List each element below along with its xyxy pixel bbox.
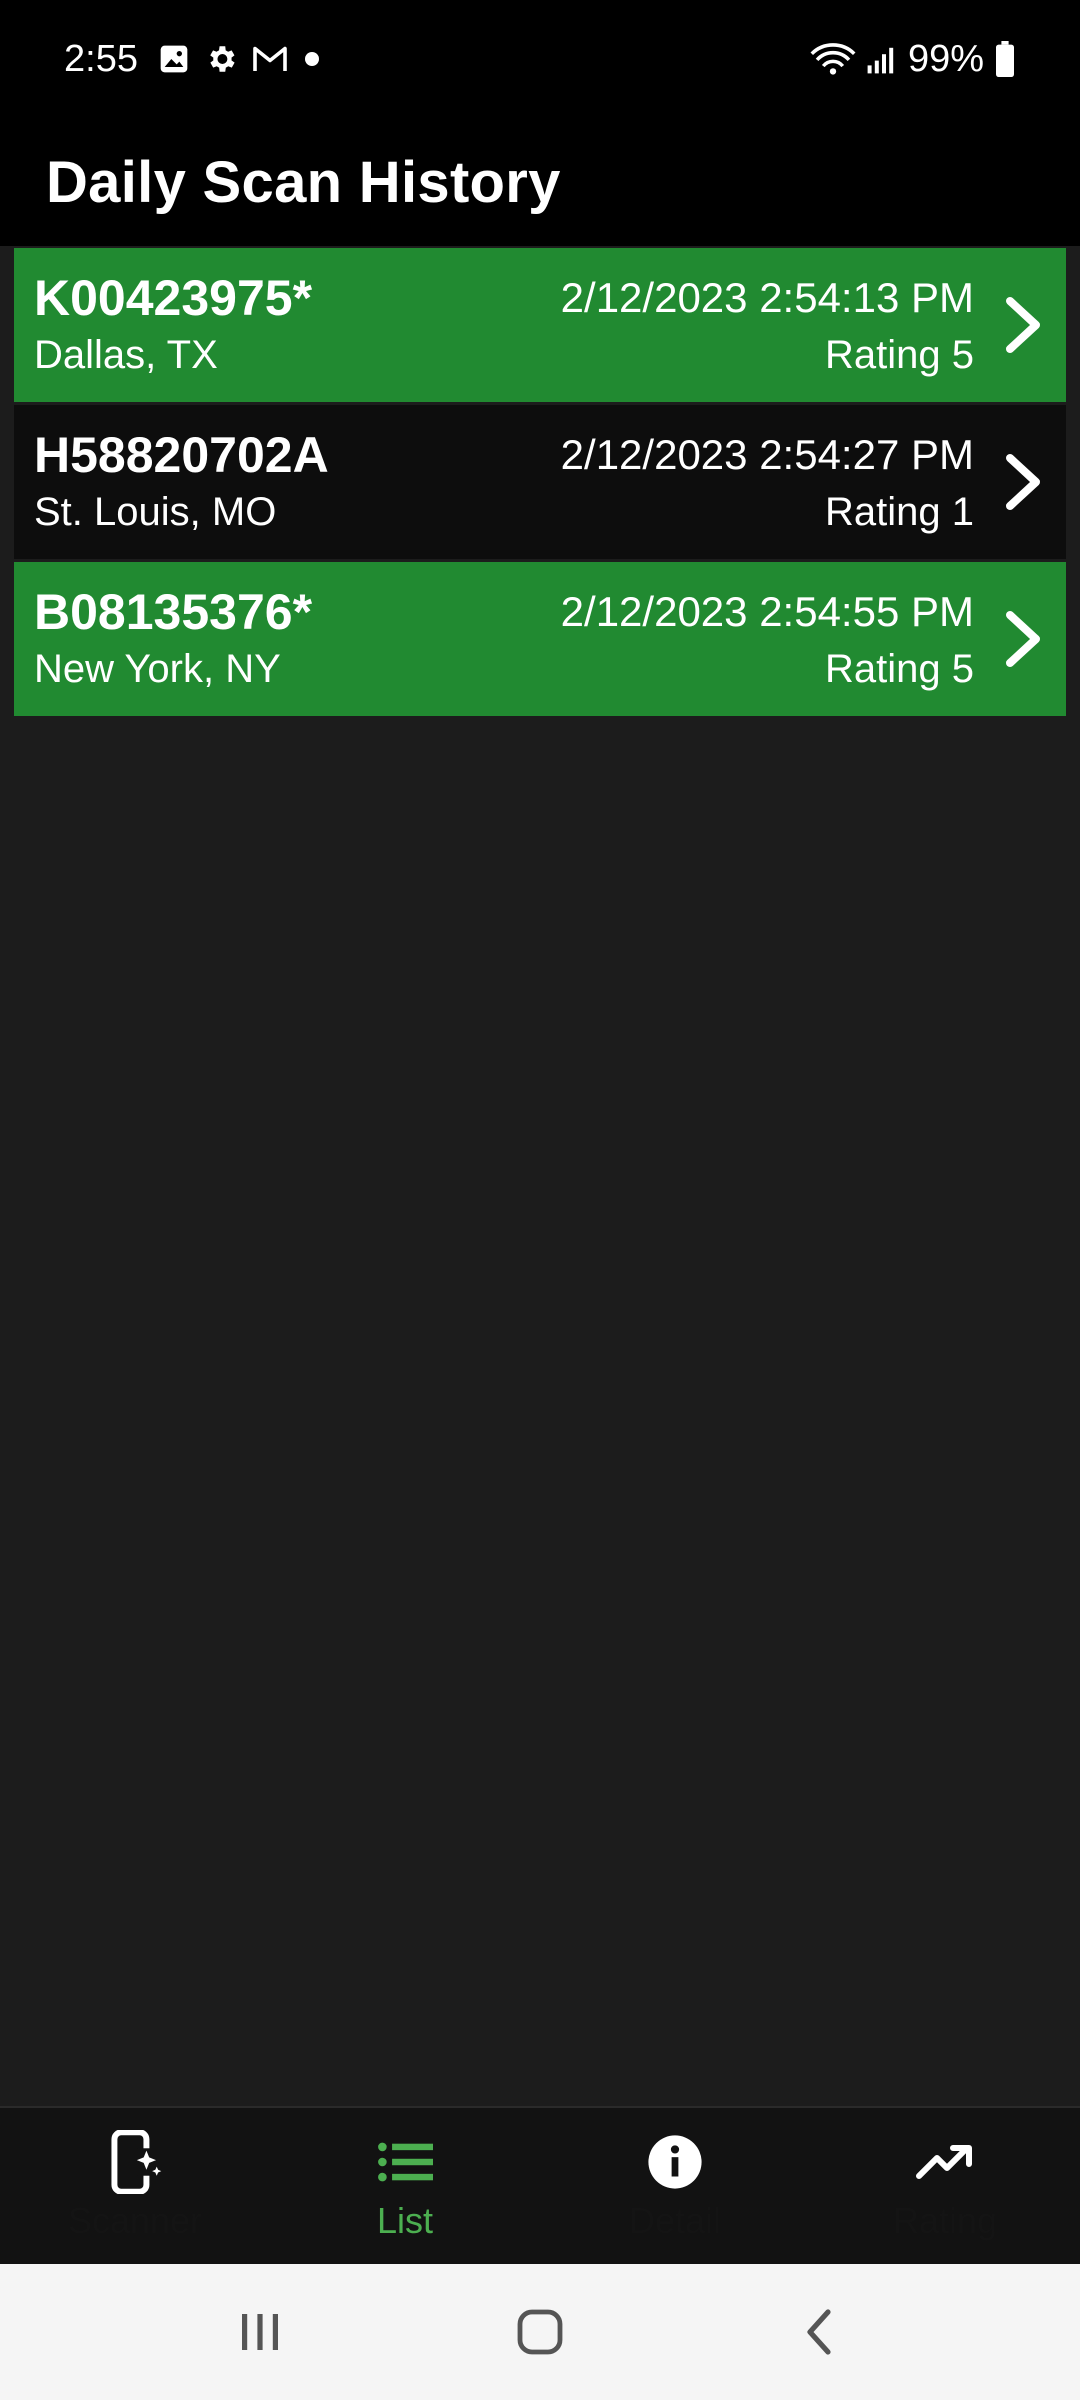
scan-list-item[interactable]: B08135376* New York, NY 2/12/2023 2:54:5… xyxy=(14,562,1066,716)
scan-code: K00423975* xyxy=(34,270,313,326)
scan-rating: Rating 5 xyxy=(825,647,974,691)
gallery-icon xyxy=(158,43,190,75)
battery-icon xyxy=(994,41,1016,77)
system-navigation-bar xyxy=(0,2264,1080,2400)
status-bar: 2:55 99% xyxy=(0,0,1080,118)
scan-timestamp: 2/12/2023 2:54:13 PM xyxy=(560,274,974,321)
chevron-right-icon xyxy=(1006,454,1040,510)
home-button[interactable] xyxy=(500,2292,580,2372)
battery-percent: 99% xyxy=(907,37,984,80)
app-bar: Daily Scan History xyxy=(0,118,1080,246)
chevron-right-icon xyxy=(1006,297,1040,353)
scan-location: Dallas, TX xyxy=(34,333,218,377)
status-time: 2:55 xyxy=(64,37,138,80)
recents-icon xyxy=(242,2314,278,2350)
list-icon xyxy=(373,2130,437,2194)
scan-rating: Rating 5 xyxy=(825,333,974,377)
chevron-right-icon xyxy=(1006,611,1040,667)
scan-location: New York, NY xyxy=(34,647,281,691)
nav-item-list[interactable]: List xyxy=(270,2108,540,2264)
wifi-icon xyxy=(810,41,856,77)
info-icon xyxy=(643,2130,707,2194)
back-icon xyxy=(807,2309,831,2355)
scan-code: H58820702A xyxy=(34,427,329,483)
scan-list-item[interactable]: K00423975* Dallas, TX 2/12/2023 2:54:13 … xyxy=(14,248,1066,402)
trending-up-icon xyxy=(913,2130,977,2194)
scan-timestamp: 2/12/2023 2:54:55 PM xyxy=(560,588,974,635)
nav-item-scanner[interactable]: Scanner xyxy=(0,2108,270,2264)
bottom-navigation: Scanner List Detail Rating xyxy=(0,2106,1080,2264)
scan-history-list: K00423975* Dallas, TX 2/12/2023 2:54:13 … xyxy=(14,248,1066,719)
settings-icon xyxy=(204,42,238,76)
gmail-icon xyxy=(252,43,288,75)
dot-icon xyxy=(302,49,322,69)
back-button[interactable] xyxy=(780,2292,860,2372)
scan-list-item[interactable]: H58820702A St. Louis, MO 2/12/2023 2:54:… xyxy=(14,405,1066,559)
nav-label-rating: Rating xyxy=(892,2200,998,2241)
nav-label-scanner: Scanner xyxy=(67,2200,203,2241)
home-icon xyxy=(517,2309,563,2355)
scan-rating: Rating 1 xyxy=(825,490,974,534)
scan-location: St. Louis, MO xyxy=(34,490,277,534)
scan-code: B08135376* xyxy=(34,584,313,640)
recents-button[interactable] xyxy=(220,2292,300,2372)
nav-label-list: List xyxy=(376,2200,434,2241)
nav-item-detail[interactable]: Detail xyxy=(540,2108,810,2264)
nav-item-rating[interactable]: Rating xyxy=(810,2108,1080,2264)
nav-label-detail: Detail xyxy=(628,2200,722,2241)
signal-icon xyxy=(866,43,898,75)
scan-timestamp: 2/12/2023 2:54:27 PM xyxy=(560,431,974,478)
page-title: Daily Scan History xyxy=(46,149,561,215)
scanner-phone-icon xyxy=(103,2130,167,2194)
